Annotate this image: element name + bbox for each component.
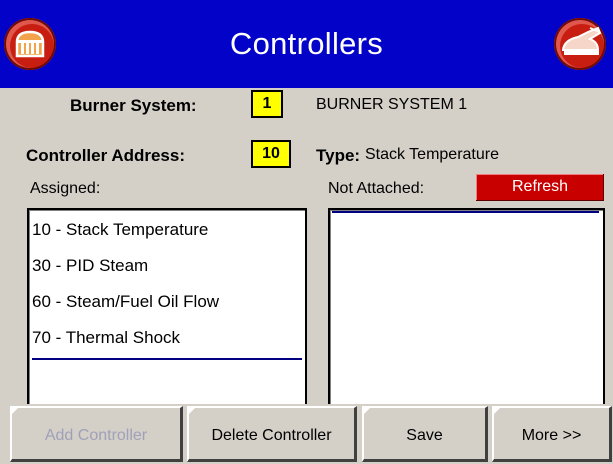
list-item[interactable]: 30 - PID Steam (32, 256, 148, 276)
exit-button[interactable] (554, 18, 606, 70)
burner-system-name: BURNER SYSTEM 1 (316, 96, 468, 113)
delete-controller-label: Delete Controller (211, 427, 332, 444)
add-controller-label: Add Controller (44, 427, 148, 444)
list-item[interactable]: 60 - Steam/Fuel Oil Flow (32, 292, 219, 312)
corner-marker (494, 408, 500, 414)
list-item[interactable]: 10 - Stack Temperature (32, 220, 208, 240)
burner-system-label: Burner System: (70, 96, 197, 115)
corner-marker (189, 408, 195, 414)
more-label: More >> (521, 427, 582, 444)
corner-marker (364, 408, 370, 414)
list-focus-line (332, 211, 599, 213)
list-selection-underline (32, 358, 302, 360)
controller-address-label: Controller Address: (26, 146, 186, 165)
assigned-list[interactable]: 10 - Stack Temperature 30 - PID Steam 60… (27, 208, 307, 406)
refresh-button[interactable]: Refresh (476, 174, 604, 201)
save-label: Save (406, 427, 443, 444)
corner-marker (12, 408, 18, 414)
burner-system-field[interactable]: 1 (251, 90, 283, 118)
home-panel-icon (15, 30, 45, 58)
list-item[interactable]: 70 - Thermal Shock (32, 328, 180, 348)
type-value: Stack Temperature (365, 146, 499, 163)
controllers-screen: Controllers Burner System: 1 BURNER SYST… (0, 0, 613, 464)
exit-icon (561, 26, 602, 55)
page-title: Controllers (229, 26, 384, 61)
not-attached-label: Not Attached: (328, 180, 425, 197)
home-button[interactable] (4, 18, 56, 70)
add-controller-button[interactable]: Add Controller (10, 406, 183, 462)
save-button[interactable]: Save (362, 406, 488, 462)
delete-controller-button[interactable]: Delete Controller (187, 406, 357, 462)
type-label: Type: (316, 146, 361, 165)
more-button[interactable]: More >> (492, 406, 612, 462)
controller-address-field[interactable]: 10 (251, 140, 291, 168)
not-attached-list[interactable] (328, 208, 605, 406)
header-bar: Controllers (0, 0, 613, 88)
assigned-label: Assigned: (30, 180, 101, 197)
